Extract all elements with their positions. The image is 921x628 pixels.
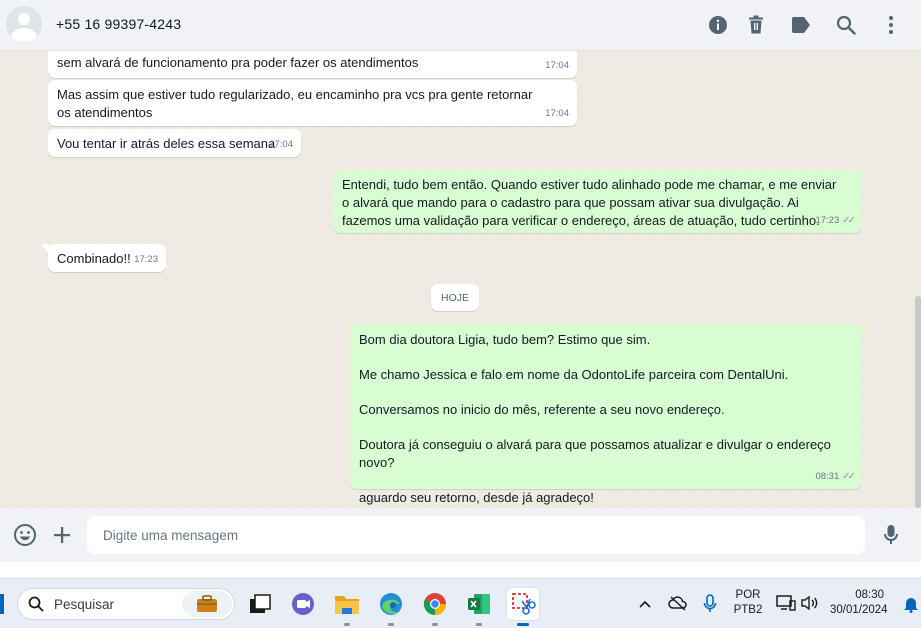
keyboard-layout: PTB2 bbox=[733, 604, 763, 616]
message-time: 17:04 bbox=[269, 139, 293, 150]
app-running-indicator bbox=[517, 623, 529, 626]
message-time: 17:04 bbox=[545, 108, 569, 119]
microphone-icon[interactable] bbox=[703, 594, 717, 619]
chat-header: +55 16 99397-4243 bbox=[0, 0, 921, 51]
taskbar-search[interactable]: Pesquisar bbox=[17, 588, 235, 620]
file-explorer-icon[interactable] bbox=[331, 588, 363, 626]
search-icon[interactable] bbox=[834, 13, 858, 37]
message-paragraph: Bom dia doutora Ligia, tudo bem? Estimo … bbox=[359, 332, 651, 347]
start-button-edge[interactable] bbox=[0, 594, 4, 614]
avatar-body bbox=[11, 28, 37, 42]
edge-icon[interactable] bbox=[375, 588, 407, 626]
message-paragraph: aguardo seu retorno, desde já agradeço! bbox=[359, 490, 594, 505]
input-language[interactable]: POR PTB2 bbox=[733, 588, 763, 618]
microphone-icon[interactable] bbox=[879, 523, 903, 547]
message-composer bbox=[0, 508, 921, 562]
work-briefcase-icon bbox=[182, 591, 232, 617]
bubble-tail bbox=[41, 244, 49, 254]
message-incoming[interactable]: sem alvará de funcionamento pra poder fa… bbox=[48, 51, 577, 78]
display-icon[interactable] bbox=[776, 594, 796, 617]
avatar-head bbox=[18, 13, 30, 25]
teams-icon[interactable] bbox=[287, 588, 319, 620]
message-incoming[interactable]: Mas assim que estiver tudo regularizado,… bbox=[48, 80, 577, 126]
message-text: Combinado!! bbox=[57, 251, 131, 266]
message-incoming[interactable]: Combinado!! 17:23 bbox=[41, 244, 166, 272]
app-running-indicator bbox=[344, 623, 350, 626]
app-running-indicator bbox=[432, 623, 438, 626]
chevron-up-icon[interactable] bbox=[638, 596, 652, 614]
message-incoming[interactable]: Vou tentar ir atrás deles essa semana 17… bbox=[48, 129, 301, 157]
contact-name[interactable]: +55 16 99397-4243 bbox=[56, 16, 181, 32]
windows-taskbar: Pesquisar POR PTB2 08:30 30/01/2024 bbox=[0, 578, 921, 628]
volume-icon[interactable] bbox=[801, 595, 819, 616]
app-running-indicator bbox=[476, 623, 482, 626]
more-vertical-icon[interactable] bbox=[879, 13, 903, 37]
clock-time: 08:30 bbox=[855, 589, 884, 601]
taskbar-clock[interactable]: 08:30 30/01/2024 bbox=[830, 588, 888, 618]
trash-icon[interactable] bbox=[744, 13, 768, 37]
date-divider: HOJE bbox=[431, 284, 479, 311]
notification-bell-icon[interactable] bbox=[903, 596, 919, 618]
clock-date: 30/01/2024 bbox=[830, 604, 888, 616]
window-bottom-strip bbox=[0, 562, 921, 578]
message-time: 08:31 ✓✓ bbox=[815, 468, 856, 486]
info-icon[interactable] bbox=[706, 13, 730, 37]
search-icon bbox=[28, 596, 44, 617]
bubble-tail bbox=[860, 170, 868, 180]
excel-icon[interactable] bbox=[463, 588, 495, 626]
message-text: Entendi, tudo bem então. Quando estiver … bbox=[342, 177, 837, 228]
message-text: Vou tentar ir atrás deles essa semana bbox=[57, 136, 276, 151]
message-time: 17:23 ✓✓ bbox=[815, 212, 856, 230]
emoji-icon[interactable] bbox=[13, 523, 37, 547]
chat-area[interactable]: sem alvará de funcionamento pra poder fa… bbox=[0, 51, 921, 508]
contact-avatar[interactable] bbox=[6, 6, 42, 42]
double-check-icon: ✓✓ bbox=[842, 471, 856, 482]
snipping-tool-icon[interactable] bbox=[507, 588, 539, 626]
double-check-icon: ✓✓ bbox=[842, 215, 856, 226]
message-time: 17:23 bbox=[134, 254, 158, 265]
message-input[interactable] bbox=[87, 516, 865, 554]
message-paragraph: Me chamo Jessica e falo em nome da Odont… bbox=[359, 367, 789, 382]
message-paragraph: Conversamos no inicio do mês, referente … bbox=[359, 402, 725, 417]
chrome-icon[interactable] bbox=[419, 588, 451, 626]
app-running-indicator bbox=[388, 623, 394, 626]
message-time-text: 17:23 bbox=[815, 215, 840, 226]
message-paragraph: Doutora já conseguiu o alvará para que p… bbox=[359, 437, 831, 470]
message-text: Mas assim que estiver tudo regularizado,… bbox=[57, 87, 533, 120]
task-view-icon[interactable] bbox=[244, 588, 276, 620]
message-outgoing[interactable]: Bom dia doutora Ligia, tudo bem? Estimo … bbox=[350, 324, 868, 505]
chat-scrollbar[interactable] bbox=[915, 296, 921, 508]
message-time: 17:04 bbox=[545, 60, 569, 71]
search-label: Pesquisar bbox=[54, 597, 115, 612]
plus-icon[interactable] bbox=[50, 523, 74, 547]
message-time-text: 08:31 bbox=[815, 471, 840, 482]
message-outgoing[interactable]: Entendi, tudo bem então. Quando estiver … bbox=[333, 170, 868, 233]
label-icon[interactable] bbox=[789, 13, 813, 37]
language-code: POR bbox=[735, 589, 761, 601]
bubble-tail bbox=[860, 324, 868, 334]
message-text: sem alvará de funcionamento pra poder fa… bbox=[57, 55, 419, 70]
cloud-offline-icon[interactable] bbox=[668, 595, 688, 616]
